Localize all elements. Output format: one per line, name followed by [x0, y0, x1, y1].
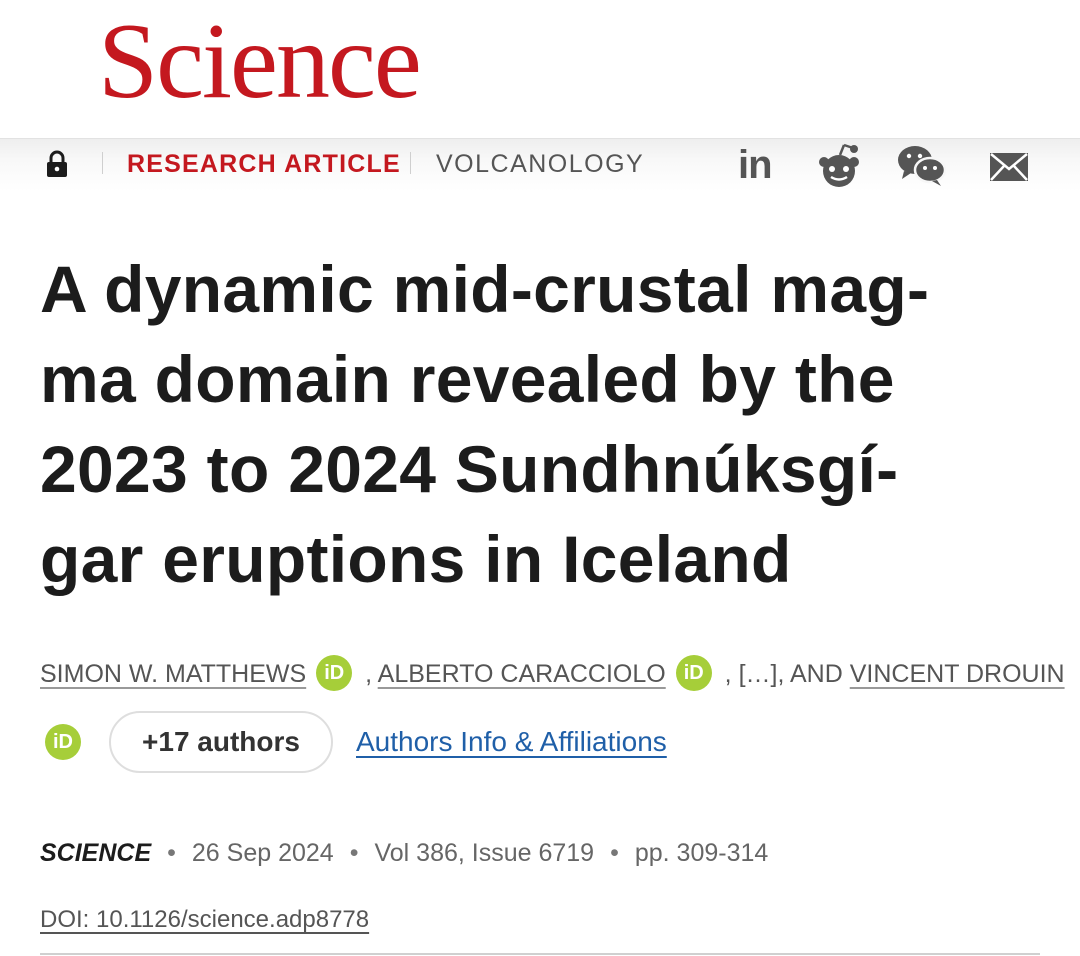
author-link[interactable]: ALBERTO CARACCIOLO — [378, 660, 666, 688]
article-type-label[interactable]: RESEARCH ARTICLE — [127, 149, 401, 179]
author-link[interactable]: VINCENT DROUIN — [850, 660, 1065, 688]
orcid-icon[interactable]: iD — [316, 655, 353, 692]
site-header: Science — [0, 0, 1080, 139]
divider — [40, 953, 1040, 955]
title-line: gar eruptions in Iceland — [40, 522, 792, 596]
publication-date: 26 Sep 2024 — [191, 839, 334, 867]
orcid-icon[interactable]: iD — [45, 724, 81, 760]
lock-icon — [47, 150, 67, 177]
meta-separator: • — [349, 839, 359, 867]
publication-meta: SCIENCE • 26 Sep 2024 • Vol 386, Issue 6719 •… — [40, 835, 768, 871]
divider — [410, 152, 411, 174]
meta-separator: • — [610, 839, 619, 867]
science-logo[interactable]: Science — [98, 2, 422, 122]
linkedin-share-button[interactable]: in — [738, 143, 778, 187]
subject-label[interactable]: VOLCANOLOGY — [436, 149, 644, 179]
doi-link[interactable]: DOI: 10.1126/science.adp8778 — [40, 902, 369, 938]
title-line: 2023 to 2024 Sundhnúksgí- — [40, 432, 899, 506]
email-icon[interactable] — [989, 151, 1029, 183]
title-line: ma domain revealed by the — [40, 342, 895, 416]
author-ellipsis[interactable]: […], AND — [732, 660, 850, 688]
journal-name[interactable]: SCIENCE — [40, 839, 151, 867]
article-toolbar: RESEARCH ARTICLE VOLCANOLOGY in — [0, 139, 1080, 191]
author-list: SIMON W. MATTHEWS iD , ALBERTO CARACCIOLO… — [40, 654, 1065, 694]
linkedin-icon: in — [738, 143, 773, 187]
wechat-icon[interactable] — [896, 143, 948, 187]
more-authors-button[interactable]: +17 authors — [109, 711, 333, 773]
title-line: A dynamic mid-crustal mag- — [40, 252, 930, 326]
orcid-icon[interactable]: iD — [675, 655, 712, 692]
affiliations-link[interactable]: Authors Info & Affiliations — [356, 722, 667, 762]
article-title: A dynamic mid-crustal mag- ma domain rev… — [40, 244, 1050, 604]
page-range: pp. 309-314 — [634, 839, 769, 867]
author-link[interactable]: SIMON W. MATTHEWS — [40, 660, 306, 688]
divider — [102, 152, 103, 174]
reddit-icon[interactable] — [816, 143, 862, 187]
author-separator: , — [717, 660, 732, 688]
meta-separator: • — [167, 839, 176, 867]
author-separator: , — [358, 660, 373, 688]
volume-issue[interactable]: Vol 386, Issue 6719 — [374, 839, 594, 867]
